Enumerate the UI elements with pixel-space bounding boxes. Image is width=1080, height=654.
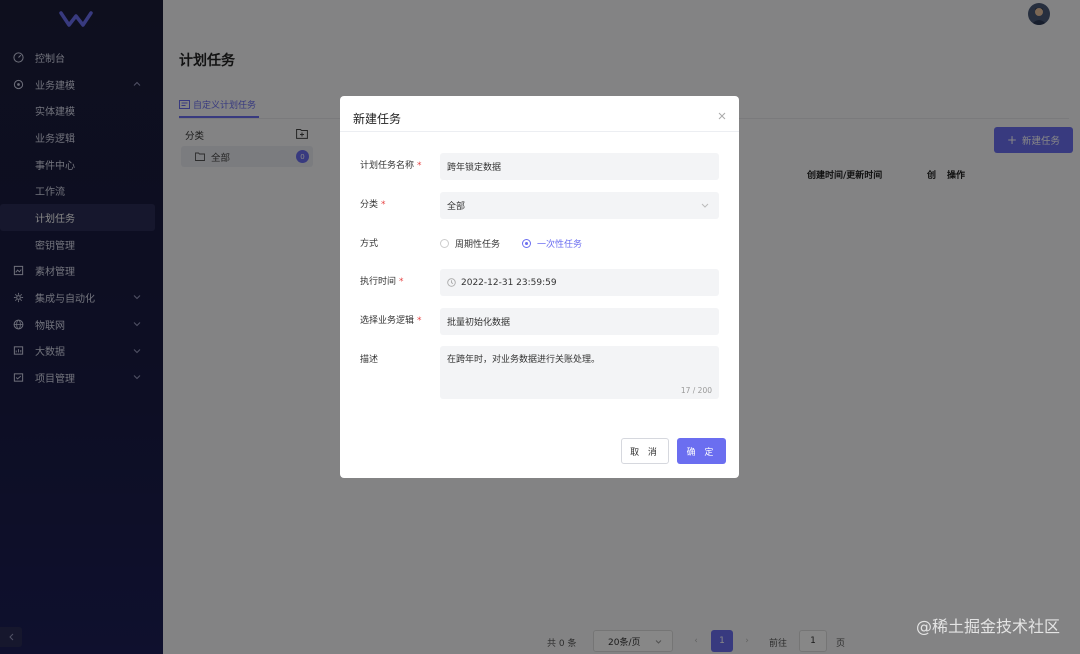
new-task-dialog: 新建任务 计划任务名称 * 跨年锁定数据 分类 * 全部 方式 周期性任务 一次性任… [340,96,739,478]
description-value: 在跨年时，对业务数据进行关账处理。 [447,355,601,365]
description-char-count: 17 / 200 [680,386,712,395]
exec-time-value: 2022-12-31 23:59:59 [461,277,557,288]
business-logic-label-text: 选择业务逻辑 [360,316,415,326]
task-name-label: 计划任务名称 * [360,158,422,171]
dialog-title: 新建任务 [353,112,402,126]
task-name-label-text: 计划任务名称 [360,161,415,171]
category-select-value: 全部 [447,202,466,212]
radio-once-label[interactable]: 一次性任务 [537,237,582,250]
required-mark: * [417,161,422,171]
mode-label: 方式 [360,239,379,249]
close-icon[interactable] [717,111,727,121]
cancel-button[interactable]: 取 消 [621,438,669,464]
clock-icon [447,278,456,287]
confirm-button[interactable]: 确 定 [677,438,726,464]
category-label-text: 分类 [360,200,379,210]
radio-periodic[interactable] [440,239,449,248]
required-mark: * [399,277,404,287]
description-textarea[interactable]: 在跨年时，对业务数据进行关账处理。 17 / 200 [440,346,719,399]
dialog-divider [340,131,739,132]
required-mark: * [417,316,422,326]
task-name-input[interactable]: 跨年锁定数据 [440,153,719,180]
category-select[interactable]: 全部 [440,192,719,219]
exec-time-label: 执行时间 * [360,274,404,287]
radio-once[interactable] [522,239,532,248]
exec-time-picker[interactable]: 2022-12-31 23:59:59 [440,269,719,296]
business-logic-label: 选择业务逻辑 * [360,313,422,326]
required-mark: * [381,200,386,210]
mode-radio-group: 周期性任务 一次性任务 [440,237,582,250]
watermark: @稀土掘金技术社区 [915,617,1060,636]
business-logic-select[interactable]: 批量初始化数据 [440,308,719,335]
radio-periodic-label[interactable]: 周期性任务 [455,237,500,250]
category-label: 分类 * [360,197,386,210]
description-label: 描述 [360,355,379,365]
exec-time-label-text: 执行时间 [360,277,397,287]
chevron-down-icon [701,203,709,208]
